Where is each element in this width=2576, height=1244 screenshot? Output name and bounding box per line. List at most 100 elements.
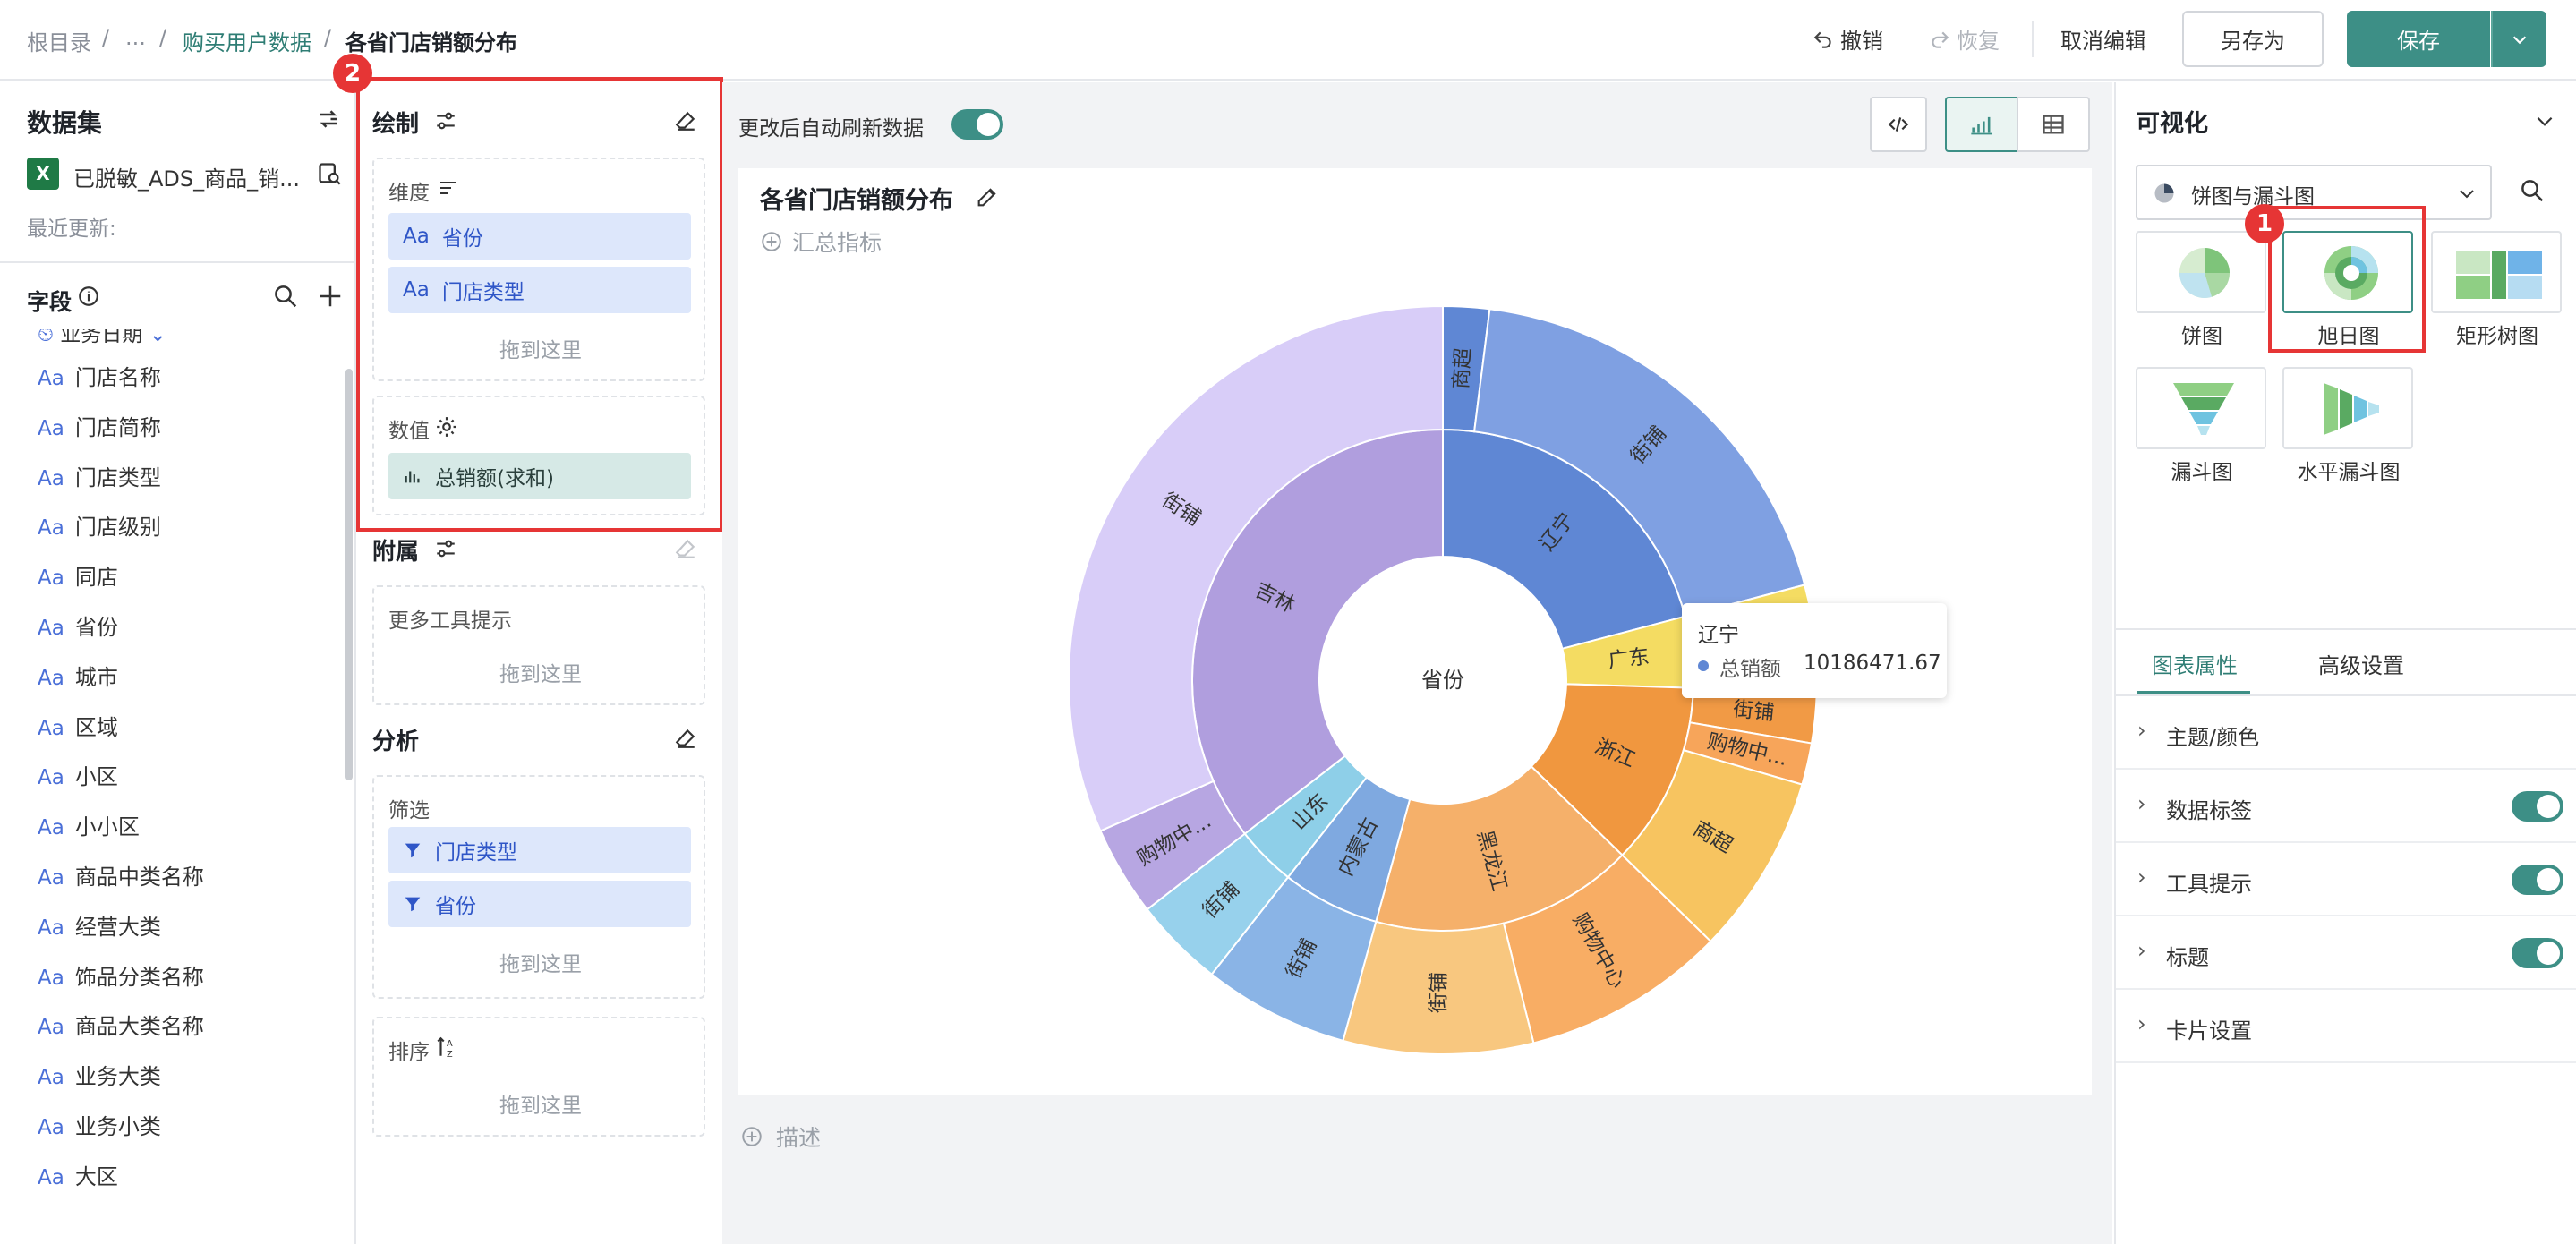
visualization-title: 可视化 xyxy=(2136,110,2208,138)
field-item[interactable]: Aa 同店 xyxy=(38,559,118,591)
attach-title: 附属 xyxy=(372,539,420,566)
tooltip-zone[interactable]: 更多工具提示 拖到这里 xyxy=(372,585,705,705)
eraser-icon[interactable] xyxy=(673,537,698,560)
filter-pill[interactable]: 门店类型 xyxy=(388,827,691,873)
field-label: 商品中类名称 xyxy=(74,865,204,890)
field-item[interactable]: Aa 门店简称 xyxy=(38,410,161,441)
switch-dataset-icon[interactable] xyxy=(315,106,342,132)
table-view-button[interactable] xyxy=(2017,97,2090,152)
field-item[interactable]: ⏲ 业务日期 ⌄ xyxy=(38,329,166,347)
property-row[interactable]: › 标题 xyxy=(2116,916,2576,990)
pie-chart-icon xyxy=(2179,248,2230,298)
preview-dataset-icon[interactable] xyxy=(317,161,342,186)
field-label: 区域 xyxy=(74,714,118,740)
dataset-name[interactable]: 已脱敏_ADS_商品_销... xyxy=(73,161,300,192)
field-item[interactable]: Aa 饰品分类名称 xyxy=(38,959,204,991)
field-item[interactable]: Aa 业务小类 xyxy=(38,1109,161,1140)
breadcrumb-separator: / xyxy=(102,25,110,50)
chevron-down-icon xyxy=(2512,35,2527,44)
field-item[interactable]: Aa 大区 xyxy=(38,1159,118,1190)
field-item[interactable]: Aa 门店名称 xyxy=(38,360,161,391)
field-item[interactable]: Aa 门店类型 xyxy=(38,460,161,491)
add-field-icon[interactable] xyxy=(317,283,344,310)
divider xyxy=(0,261,354,263)
property-toggle[interactable] xyxy=(2512,865,2563,895)
chart-type-funnel[interactable] xyxy=(2136,367,2266,449)
pie-chart-icon xyxy=(2154,183,2174,203)
chart-type-horizontal-funnel[interactable] xyxy=(2282,367,2413,449)
save-options-button[interactable] xyxy=(2491,11,2546,67)
search-icon[interactable] xyxy=(2519,177,2546,204)
chevron-right-icon: › xyxy=(2137,865,2146,890)
save-button[interactable]: 保存 xyxy=(2347,11,2490,67)
text-type-icon: Aa xyxy=(38,916,64,940)
field-item[interactable]: Aa 省份 xyxy=(38,609,118,641)
field-item[interactable]: Aa 业务大类 xyxy=(38,1059,161,1090)
info-icon[interactable] xyxy=(77,285,100,308)
property-label: 数据标签 xyxy=(2166,798,2252,823)
tab-advanced[interactable]: 高级设置 xyxy=(2318,648,2404,679)
filter-zone[interactable]: 筛选 门店类型 省份 拖到这里 xyxy=(372,775,705,999)
scrollbar[interactable] xyxy=(345,369,353,780)
property-row[interactable]: › 数据标签 xyxy=(2116,770,2576,843)
field-item[interactable]: Aa 小区 xyxy=(38,759,118,790)
chart-tooltip: 辽宁 总销额 10186471.67 xyxy=(1682,603,1947,698)
tab-chart-props[interactable]: 图表属性 xyxy=(2152,648,2238,679)
text-type-icon: Aa xyxy=(38,666,64,690)
field-item[interactable]: Aa 小小区 xyxy=(38,809,140,840)
property-toggle[interactable] xyxy=(2512,791,2563,822)
field-label: 门店名称 xyxy=(74,365,161,390)
settings-sliders-icon[interactable] xyxy=(433,537,458,560)
field-item[interactable]: Aa 经营大类 xyxy=(38,909,161,941)
text-type-icon: Aa xyxy=(38,966,64,990)
undo-button[interactable]: 撤销 xyxy=(1812,23,1883,55)
property-row[interactable]: › 卡片设置 xyxy=(2116,990,2576,1063)
field-label: 业务日期 xyxy=(60,329,143,346)
chevron-right-icon: › xyxy=(2137,791,2146,816)
save-as-button[interactable]: 另存为 xyxy=(2182,11,2324,67)
field-item[interactable]: Aa 商品大类名称 xyxy=(38,1009,204,1040)
code-view-button[interactable] xyxy=(1870,97,1927,152)
sort-az-icon[interactable]: AZ xyxy=(435,1035,458,1060)
property-toggle[interactable] xyxy=(2512,938,2563,968)
text-type-icon: Aa xyxy=(38,416,64,440)
redo-button[interactable]: 恢复 xyxy=(1928,23,2000,55)
add-description-button[interactable]: 描述 xyxy=(740,1120,821,1153)
chart-type-pie[interactable] xyxy=(2136,231,2266,313)
breadcrumb-ellipsis[interactable]: ... xyxy=(125,25,146,50)
field-item[interactable]: Aa 商品中类名称 xyxy=(38,859,204,890)
redo-label: 恢复 xyxy=(1957,29,2000,54)
chart-view-button[interactable] xyxy=(1945,97,2018,152)
sort-zone[interactable]: 排序 AZ 拖到这里 xyxy=(372,1017,705,1137)
text-type-icon: Aa xyxy=(38,466,64,490)
chevron-right-icon: › xyxy=(2137,938,2146,963)
describe-label: 描述 xyxy=(776,1125,822,1151)
chart-type-treemap[interactable] xyxy=(2431,231,2562,313)
cancel-edit-button[interactable]: 取消编辑 xyxy=(2060,23,2146,55)
property-row[interactable]: › 主题/颜色 xyxy=(2116,696,2576,770)
breadcrumb-parent[interactable]: 购买用户数据 xyxy=(183,25,311,56)
field-item[interactable]: Aa 门店级别 xyxy=(38,509,161,541)
field-label: 省份 xyxy=(74,615,118,640)
text-type-icon: Aa xyxy=(38,1116,64,1139)
field-label: 业务小类 xyxy=(74,1114,161,1139)
top-bar: 根目录 / ... / 购买用户数据 / 各省门店销额分布 撤销 恢复 取消编辑… xyxy=(0,0,2576,81)
search-icon[interactable] xyxy=(272,283,299,310)
chart-type-label: 饼图 xyxy=(2181,325,2222,348)
property-row[interactable]: › 工具提示 xyxy=(2116,843,2576,916)
field-item[interactable]: Aa 城市 xyxy=(38,660,118,691)
chart-type-label: 漏斗图 xyxy=(2171,461,2233,484)
breadcrumb-current: 各省门店销额分布 xyxy=(345,30,517,55)
breadcrumb-separator: / xyxy=(159,25,167,50)
collapse-chevron-icon[interactable] xyxy=(2533,109,2556,132)
text-type-icon: Aa xyxy=(38,516,64,541)
step-badge-1: 1 xyxy=(2245,204,2284,243)
breadcrumb-root[interactable]: 根目录 xyxy=(27,25,91,56)
field-item[interactable]: Aa 区域 xyxy=(38,710,118,741)
property-label: 标题 xyxy=(2166,945,2209,970)
chevron-right-icon: › xyxy=(2137,1011,2146,1036)
eraser-icon[interactable] xyxy=(673,727,698,750)
auto-refresh-toggle[interactable] xyxy=(951,109,1003,140)
filter-pill[interactable]: 省份 xyxy=(388,881,691,927)
treemap-icon xyxy=(2456,251,2542,299)
